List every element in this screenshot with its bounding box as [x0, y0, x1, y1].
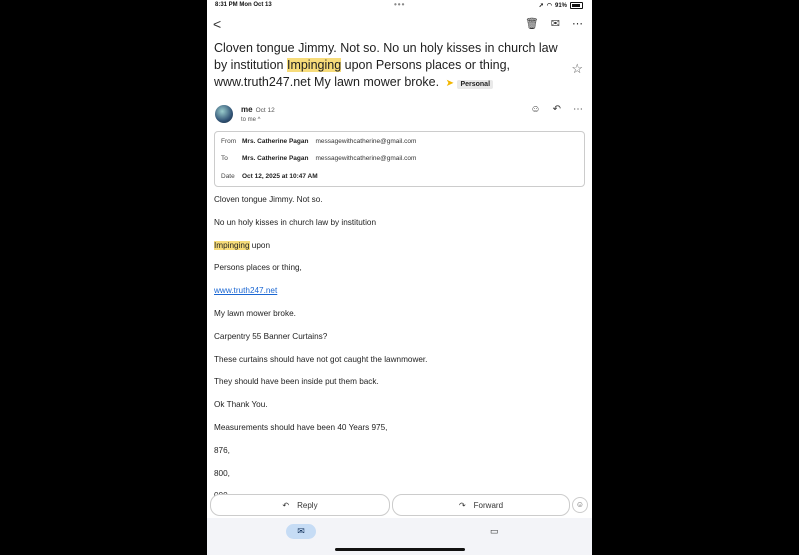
more-icon[interactable]: ⋯ — [573, 104, 583, 115]
details-to: To Mrs. Catherine Pagan messagewithcathe… — [221, 155, 416, 162]
back-icon[interactable]: < — [213, 16, 221, 32]
body-line: 876, — [214, 445, 230, 455]
reply-bar: ↶ Reply ↷ Forward ☺ — [207, 494, 592, 516]
forward-label: Forward — [473, 500, 504, 510]
status-right: ➚ ◠ 91% — [539, 2, 583, 9]
reply-button[interactable]: ↶ Reply — [210, 494, 390, 516]
importance-marker-icon[interactable]: ➤ — [446, 78, 454, 89]
details-name: Mrs. Catherine Pagan — [242, 155, 309, 162]
body-line: Ok Thank You. — [214, 400, 268, 410]
details-email: messagewithcatherine@gmail.com — [315, 138, 417, 145]
reply-label: Reply — [297, 500, 318, 510]
body-text: upon — [249, 240, 271, 250]
wifi-icon: ◠ — [546, 3, 552, 9]
mail-icon: ✉ — [297, 526, 305, 536]
body-line: www.truth247.net — [214, 285, 584, 308]
location-icon: ➚ — [538, 3, 544, 9]
body-line: Carpentry 55 Banner Curtains? — [214, 331, 328, 341]
sender-name: me — [241, 105, 253, 114]
message-body: Cloven tongue Jimmy. Not so. No un holy … — [214, 194, 584, 513]
trash-icon[interactable]: 🗑 — [525, 17, 539, 30]
star-icon[interactable]: ☆ — [571, 61, 583, 77]
message-date: Oct 12 — [255, 107, 275, 114]
bottom-nav: ✉ ▭ — [207, 518, 592, 555]
message-details: From Mrs. Catherine Pagan messagewithcat… — [214, 131, 585, 187]
emoji-react-icon[interactable]: ☺ — [572, 497, 588, 513]
body-link[interactable]: www.truth247.net — [214, 286, 277, 295]
details-label: From — [221, 138, 237, 145]
battery-percent: 91% — [554, 2, 567, 9]
body-line: No un holy kisses in church law by insti… — [214, 217, 377, 227]
meet-video-icon[interactable]: ▭ — [490, 526, 499, 537]
battery-icon — [570, 2, 583, 9]
gmail-screen: 8:31 PM Mon Oct 13 ••• ➚ ◠ 91% < 🗑 ✉ ⋯ C… — [207, 0, 592, 555]
details-date: Date Oct 12, 2025 at 10:47 AM — [221, 173, 318, 180]
body-highlight: Impinging — [214, 240, 250, 250]
body-line: Measurements should have been 40 Years 9… — [214, 422, 388, 432]
body-line: Impinging upon — [214, 240, 584, 263]
recipients-toggle[interactable]: to me ^ — [241, 117, 261, 123]
status-time: 8:31 PM Mon Oct 13 — [215, 2, 272, 8]
details-email: messagewithcatherine@gmail.com — [315, 155, 417, 162]
body-line: They should have been inside put them ba… — [214, 377, 379, 387]
forward-icon: ↷ — [458, 500, 466, 510]
forward-button[interactable]: ↷ Forward — [392, 494, 570, 516]
reply-icon[interactable]: ↶ — [553, 104, 561, 115]
body-line: Cloven tongue Jimmy. Not so. — [214, 195, 323, 204]
body-line: 800, — [214, 468, 230, 478]
details-label: To — [221, 155, 228, 162]
email-subject: Cloven tongue Jimmy. Not so. No un holy … — [214, 40, 566, 93]
details-label: Date — [221, 173, 235, 180]
status-bar: 8:31 PM Mon Oct 13 ••• ➚ ◠ 91% — [207, 0, 592, 12]
body-line: My lawn mower broke. — [214, 308, 296, 318]
body-line: Persons places or thing, — [214, 263, 302, 273]
emoji-react-icon[interactable]: ☺ — [530, 104, 540, 115]
mail-icon[interactable]: ✉ — [551, 17, 560, 30]
top-app-bar: < 🗑 ✉ ⋯ — [207, 14, 592, 34]
body-line: These curtains should have not got caugh… — [214, 354, 428, 364]
home-indicator[interactable] — [335, 548, 465, 551]
sender-line: me Oct 12 — [241, 105, 275, 114]
message-actions: ☺ ↶ ⋯ — [530, 104, 583, 115]
details-name: Mrs. Catherine Pagan — [242, 138, 309, 145]
avatar[interactable] — [215, 105, 233, 123]
details-date-value: Oct 12, 2025 at 10:47 AM — [242, 173, 318, 180]
mail-tab[interactable]: ✉ — [286, 524, 316, 539]
top-actions: 🗑 ✉ ⋯ — [525, 17, 583, 30]
label-tag[interactable]: Personal — [457, 80, 494, 89]
more-icon[interactable]: ⋯ — [572, 17, 583, 30]
multitask-dots[interactable]: ••• — [394, 0, 405, 9]
reply-icon: ↶ — [282, 500, 290, 510]
details-from: From Mrs. Catherine Pagan messagewithcat… — [221, 138, 416, 145]
subject-highlight: Impinging — [286, 58, 342, 72]
